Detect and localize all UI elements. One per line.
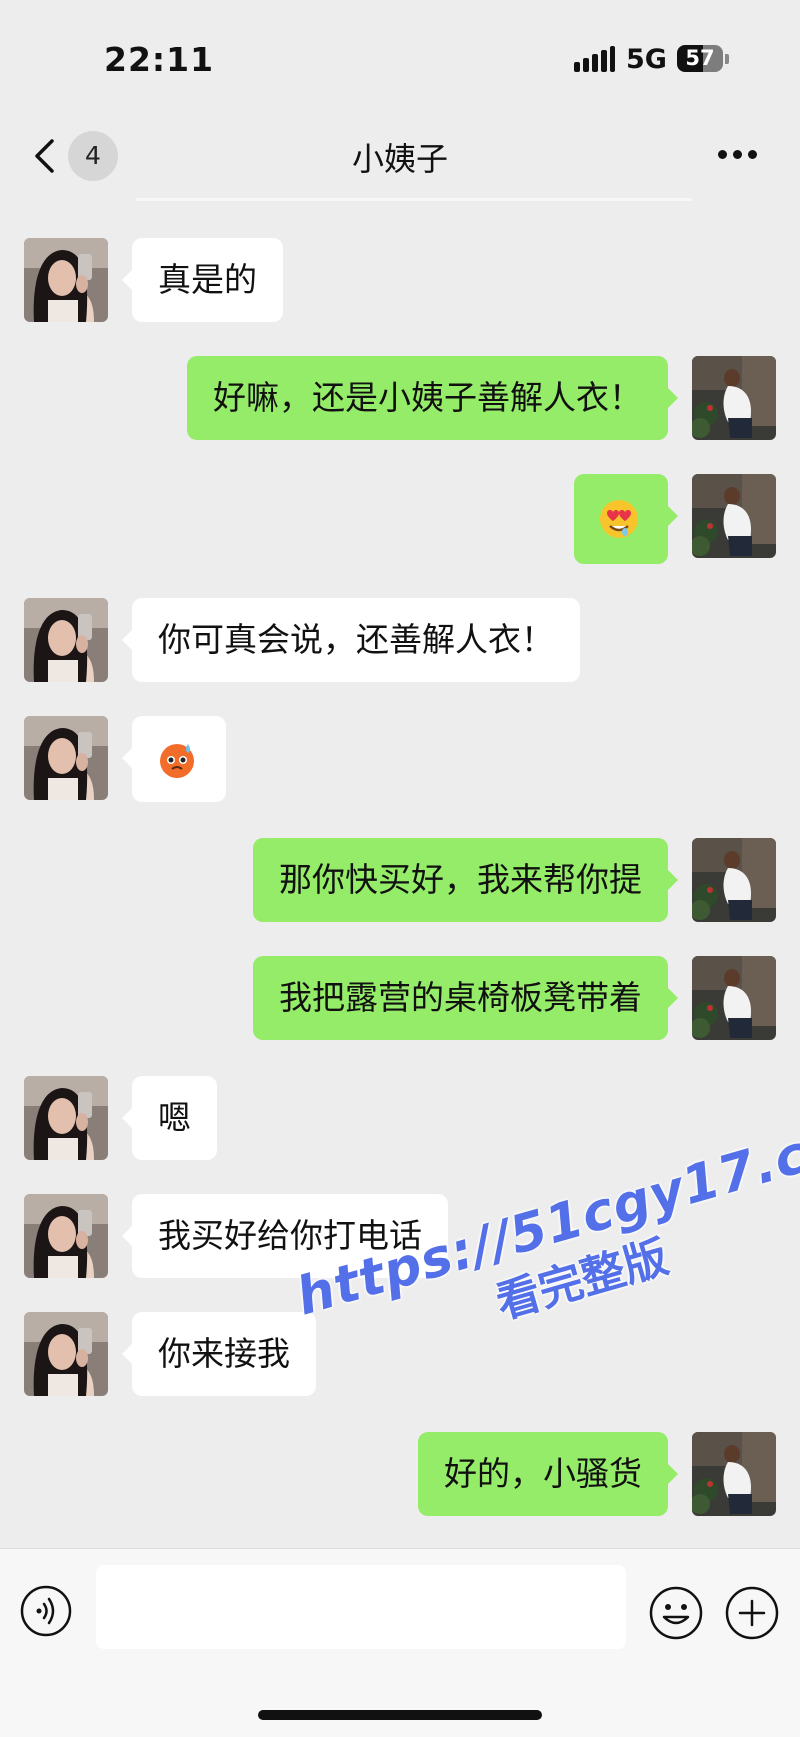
signal-icon: [574, 46, 615, 72]
divider: [136, 198, 692, 201]
message-bubble-incoming[interactable]: 嗯: [122, 1076, 217, 1160]
self-avatar[interactable]: [692, 956, 776, 1040]
battery-icon: 57: [677, 45, 723, 72]
self-avatar[interactable]: [692, 356, 776, 440]
voice-icon[interactable]: [20, 1585, 72, 1637]
chat-input-bar: [0, 1548, 800, 1737]
message-bubble-outgoing[interactable]: 好的，小骚货: [418, 1432, 678, 1516]
contact-avatar[interactable]: [24, 1312, 108, 1396]
message-bubble-incoming[interactable]: 真是的: [122, 238, 283, 322]
self-avatar[interactable]: [692, 474, 776, 558]
plus-icon[interactable]: [724, 1585, 780, 1641]
message-bubble-outgoing[interactable]: 好嘛，还是小姨子善解人衣！: [187, 356, 678, 440]
message-bubble-outgoing[interactable]: 那你快买好，我来帮你提: [253, 838, 678, 922]
network-type: 5G: [626, 44, 667, 75]
contact-avatar[interactable]: [24, 1194, 108, 1278]
message-bubble-outgoing-emoji[interactable]: [574, 474, 678, 564]
battery-percent: 57: [685, 46, 715, 70]
chat-header: 4 小姨子: [0, 110, 800, 202]
self-avatar[interactable]: [692, 1432, 776, 1516]
more-options-icon[interactable]: [718, 150, 758, 160]
battery-cap: [725, 54, 729, 64]
message-bubble-outgoing[interactable]: 我把露营的桌椅板凳带着: [253, 956, 678, 1040]
contact-avatar[interactable]: [24, 598, 108, 682]
self-avatar[interactable]: [692, 838, 776, 922]
message-bubble-incoming-emoji[interactable]: [122, 716, 226, 802]
message-input[interactable]: [96, 1565, 626, 1649]
status-bar: 22:11 5G 57: [0, 0, 800, 110]
contact-avatar[interactable]: [24, 1076, 108, 1160]
emoji-icon[interactable]: [648, 1585, 704, 1641]
contact-avatar[interactable]: [24, 716, 108, 800]
heart-eyes-emoji-icon: [600, 500, 638, 538]
home-indicator: [258, 1710, 542, 1720]
message-bubble-incoming[interactable]: 你可真会说，还善解人衣！: [122, 598, 580, 682]
chat-title: 小姨子: [351, 140, 448, 178]
status-time: 22:11: [104, 40, 215, 79]
message-bubble-incoming[interactable]: 你来接我: [122, 1312, 316, 1396]
sweat-pleading-emoji-icon: [160, 744, 194, 778]
contact-avatar[interactable]: [24, 238, 108, 322]
watermark-overlay: https://51cgy17.com 看完整版: [290, 1099, 800, 1384]
